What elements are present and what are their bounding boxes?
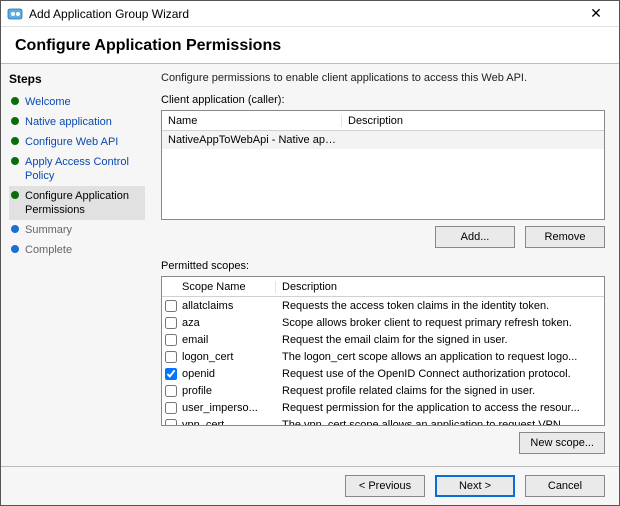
step-configure-web-api[interactable]: Configure Web API (9, 132, 145, 152)
step-bullet-icon (11, 137, 19, 145)
steps-pane: Steps Welcome Native application Configure… (1, 64, 151, 466)
step-bullet-icon (11, 117, 19, 125)
scopes-header: Scope Name Description (162, 277, 604, 297)
step-bullet-icon (11, 157, 19, 165)
scope-checkbox[interactable] (165, 351, 177, 363)
add-button[interactable]: Add... (435, 226, 515, 248)
client-buttons-row: Add... Remove (161, 220, 605, 258)
client-list-header: Name Description (162, 111, 604, 131)
scope-checkbox[interactable] (165, 402, 177, 414)
scope-row[interactable]: profileRequest profile related claims fo… (162, 382, 604, 399)
scope-checkbox[interactable] (165, 317, 177, 329)
scope-row[interactable]: allatclaimsRequests the access token cla… (162, 297, 604, 314)
step-bullet-icon (11, 191, 19, 199)
new-scope-button[interactable]: New scope... (519, 432, 605, 454)
scope-checkbox-cell (162, 402, 180, 414)
scope-checkbox[interactable] (165, 385, 177, 397)
step-summary: Summary (9, 220, 145, 240)
col-desc-header[interactable]: Description (342, 115, 604, 127)
scope-description: The logon_cert scope allows an applicati… (276, 351, 604, 363)
scope-name-header[interactable]: Scope Name (180, 281, 276, 293)
step-bullet-icon (11, 97, 19, 105)
scope-description: The vpn_cert scope allows an application… (276, 419, 604, 426)
cancel-button[interactable]: Cancel (525, 475, 605, 497)
step-bullet-icon (11, 245, 19, 253)
scope-checkbox-cell (162, 368, 180, 380)
scope-desc-header[interactable]: Description (276, 281, 604, 293)
window-title: Add Application Group Wizard (29, 7, 579, 21)
step-label: Native application (25, 115, 112, 129)
scope-description: Requests the access token claims in the … (276, 300, 604, 312)
scope-actions-row: New scope... (161, 426, 605, 458)
scope-description: Request permission for the application t… (276, 402, 604, 414)
scope-checkbox[interactable] (165, 419, 177, 426)
scope-name: vpn_cert (180, 419, 276, 426)
client-app-label: Client application (caller): (161, 94, 605, 106)
client-app-list[interactable]: Name Description NativeAppToWebApi - Nat… (161, 110, 605, 220)
scope-name: profile (180, 385, 276, 397)
step-label: Welcome (25, 95, 71, 109)
scope-checkbox-cell (162, 385, 180, 397)
intro-text: Configure permissions to enable client a… (161, 72, 605, 84)
content-pane: Configure permissions to enable client a… (151, 64, 619, 466)
step-label: Complete (25, 243, 72, 257)
col-name-header[interactable]: Name (162, 115, 342, 127)
scope-checkbox[interactable] (165, 368, 177, 380)
step-bullet-icon (11, 225, 19, 233)
page-header: Configure Application Permissions (1, 27, 619, 64)
scope-row[interactable]: azaScope allows broker client to request… (162, 314, 604, 331)
scopes-list[interactable]: Scope Name Description allatclaimsReques… (161, 276, 605, 426)
scope-row[interactable]: emailRequest the email claim for the sig… (162, 331, 604, 348)
scope-checkbox[interactable] (165, 300, 177, 312)
step-label: Apply Access Control Policy (25, 155, 143, 183)
scope-row[interactable]: vpn_certThe vpn_cert scope allows an app… (162, 416, 604, 425)
step-configure-application-permissions: Configure Application Permissions (9, 186, 145, 220)
scope-checkbox-cell (162, 300, 180, 312)
step-label: Configure Application Permissions (25, 189, 143, 217)
scope-checkbox-cell (162, 334, 180, 346)
scope-description: Request profile related claims for the s… (276, 385, 604, 397)
footer: < Previous Next > Cancel (1, 466, 619, 505)
steps-heading: Steps (9, 72, 145, 86)
previous-button[interactable]: < Previous (345, 475, 425, 497)
scope-name: openid (180, 368, 276, 380)
scope-name: user_imperso... (180, 402, 276, 414)
close-icon[interactable]: ✕ (579, 3, 613, 25)
step-label: Configure Web API (25, 135, 118, 149)
scope-row[interactable]: user_imperso...Request permission for th… (162, 399, 604, 416)
app-icon (7, 6, 23, 22)
client-list-body: NativeAppToWebApi - Native applicati... (162, 131, 604, 219)
scopes-body: allatclaimsRequests the access token cla… (162, 297, 604, 425)
client-name: NativeAppToWebApi - Native applicati... (162, 134, 342, 146)
wizard-window: Add Application Group Wizard ✕ Configure… (0, 0, 620, 506)
next-button[interactable]: Next > (435, 475, 515, 497)
step-apply-access-control-policy[interactable]: Apply Access Control Policy (9, 152, 145, 186)
step-welcome[interactable]: Welcome (9, 92, 145, 112)
body: Steps Welcome Native application Configure… (1, 64, 619, 466)
scope-name: allatclaims (180, 300, 276, 312)
client-app-row[interactable]: NativeAppToWebApi - Native applicati... (162, 131, 604, 149)
scope-name: aza (180, 317, 276, 329)
scope-row[interactable]: logon_certThe logon_cert scope allows an… (162, 348, 604, 365)
scope-name: email (180, 334, 276, 346)
titlebar: Add Application Group Wizard ✕ (1, 1, 619, 27)
step-label: Summary (25, 223, 72, 237)
steps-list: Welcome Native application Configure Web A… (9, 92, 145, 260)
remove-button[interactable]: Remove (525, 226, 605, 248)
scope-checkbox[interactable] (165, 334, 177, 346)
scope-checkbox-cell (162, 317, 180, 329)
step-complete: Complete (9, 240, 145, 260)
step-native-application[interactable]: Native application (9, 112, 145, 132)
scope-description: Request the email claim for the signed i… (276, 334, 604, 346)
scope-checkbox-cell (162, 351, 180, 363)
scope-row[interactable]: openidRequest use of the OpenID Connect … (162, 365, 604, 382)
scopes-label: Permitted scopes: (161, 260, 605, 272)
scope-name: logon_cert (180, 351, 276, 363)
page-title: Configure Application Permissions (15, 37, 605, 55)
scope-checkbox-cell (162, 419, 180, 426)
scope-description: Scope allows broker client to request pr… (276, 317, 604, 329)
scope-description: Request use of the OpenID Connect author… (276, 368, 604, 380)
